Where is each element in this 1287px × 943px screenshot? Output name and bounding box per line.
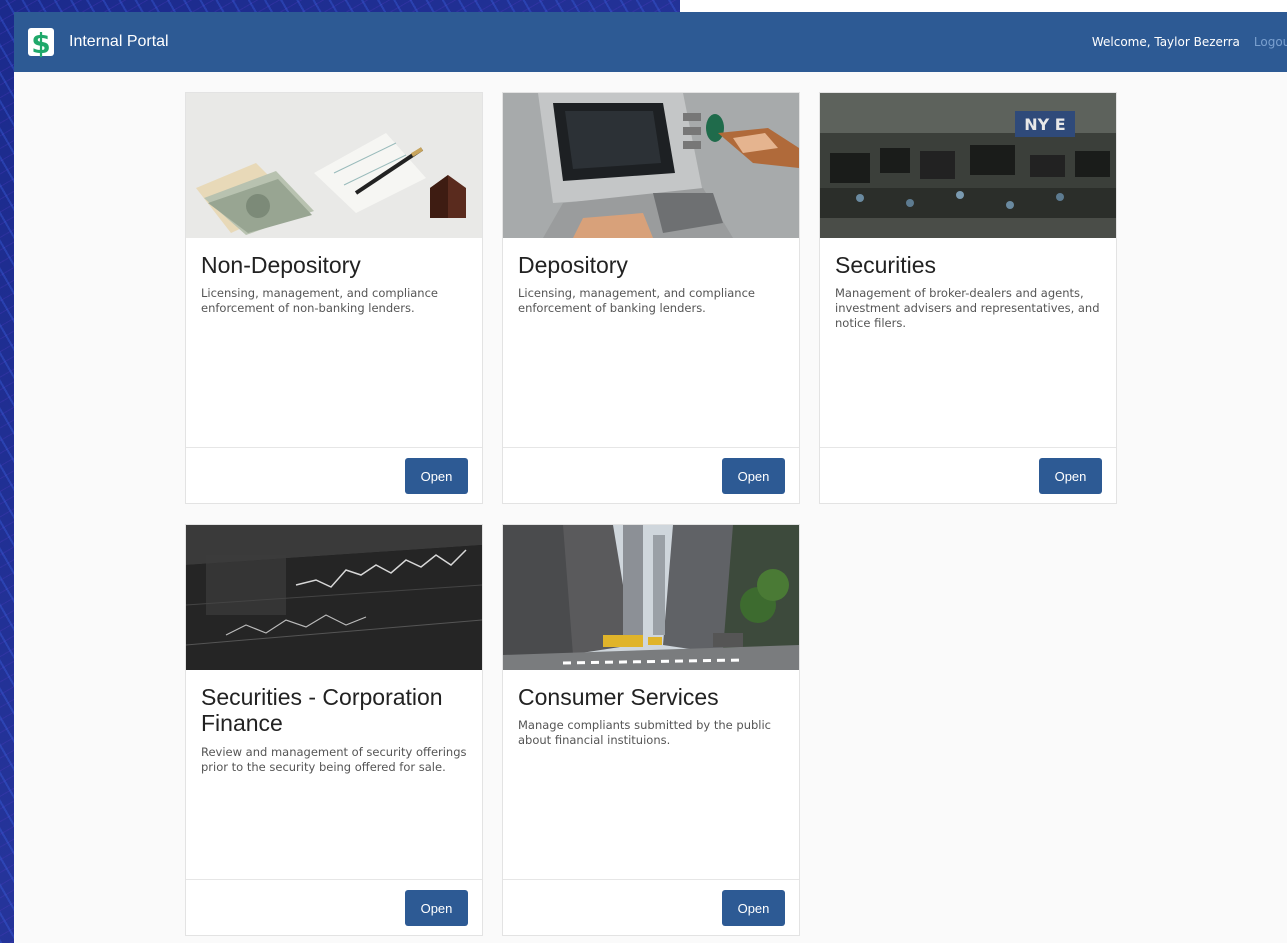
atm-photo <box>503 93 799 238</box>
card-securities: NY E Securities Management of broker-dea… <box>819 92 1117 504</box>
card-consumer-services: Consumer Services Manage compliants subm… <box>502 524 800 936</box>
card-depository: Depository Licensing, management, and co… <box>502 92 800 504</box>
card-securities-corporation-finance: Securities - Corporation Finance Review … <box>185 524 483 936</box>
logout-link[interactable]: Logout <box>1254 35 1287 49</box>
open-button[interactable]: Open <box>405 890 468 926</box>
welcome-text: Welcome, Taylor Bezerra <box>1091 35 1240 49</box>
browser-page: $ Internal Portal Welcome, Taylor Bezerr… <box>14 12 1287 943</box>
card-title: Depository <box>518 252 628 278</box>
card-title: Consumer Services <box>518 684 719 710</box>
open-button[interactable]: Open <box>405 458 468 494</box>
card-footer: Open <box>503 879 799 935</box>
card-footer: Open <box>820 447 1116 503</box>
city-street-photo <box>503 525 799 670</box>
stock-chart-screen-photo <box>186 525 482 670</box>
top-navbar: $ Internal Portal Welcome, Taylor Bezerr… <box>14 12 1287 72</box>
module-grid: Non-Depository Licensing, management, an… <box>185 92 1117 936</box>
card-description: Licensing, management, and compliance en… <box>201 286 438 316</box>
card-footer: Open <box>186 447 482 503</box>
open-button[interactable]: Open <box>722 890 785 926</box>
svg-text:NY E: NY E <box>1024 115 1065 134</box>
card-non-depository: Non-Depository Licensing, management, an… <box>185 92 483 504</box>
card-description: Review and management of security offeri… <box>201 744 467 774</box>
open-button[interactable]: Open <box>722 458 785 494</box>
card-title: Securities <box>835 252 936 278</box>
card-description: Licensing, management, and compliance en… <box>518 286 755 316</box>
background-highlight <box>680 0 1287 12</box>
svg-text:$: $ <box>31 27 50 60</box>
stock-exchange-floor-photo: NY E <box>820 93 1116 238</box>
card-description: Manage compliants submitted by the publi… <box>518 718 771 748</box>
card-title: Securities - Corporation Finance <box>201 684 443 737</box>
card-title: Non-Depository <box>201 252 361 278</box>
card-description: Management of broker-dealers and agents,… <box>835 286 1100 331</box>
brand-title[interactable]: Internal Portal <box>69 33 169 51</box>
dollar-sign-icon[interactable]: $ <box>26 24 56 60</box>
card-footer: Open <box>186 879 482 935</box>
open-button[interactable]: Open <box>1039 458 1102 494</box>
card-footer: Open <box>503 447 799 503</box>
money-and-pen-photo <box>186 93 482 238</box>
